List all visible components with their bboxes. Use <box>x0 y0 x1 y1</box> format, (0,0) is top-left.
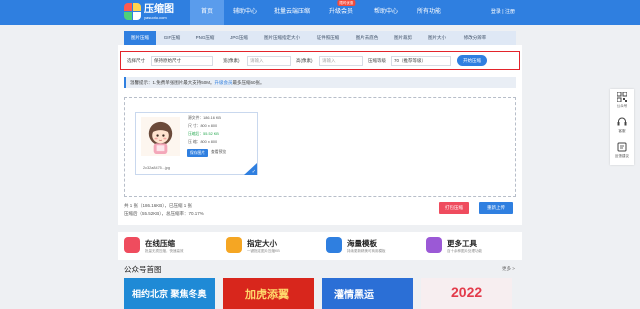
poster-card[interactable]: 加虎添翼 <box>223 278 314 309</box>
height-label: 高(像素) <box>296 58 313 63</box>
poster-title: 相约北京 聚焦冬奥 <box>132 289 207 299</box>
save-image-button[interactable]: 保存图片 <box>187 149 208 157</box>
nav-assist-center[interactable]: 辅助中心 <box>224 0 266 25</box>
poster-title: 灌情黑运 <box>334 290 374 301</box>
more-link[interactable]: 更多 > <box>502 266 515 272</box>
nav-upgrade-label: 升级会员 <box>328 9 353 15</box>
logo-title: 压缩图 <box>144 3 174 15</box>
section-title: 公众号首图 <box>124 265 162 274</box>
logo-domain: yasuotu.com <box>144 14 167 20</box>
nav-help-center[interactable]: 帮助中心 <box>364 0 408 25</box>
poster-title: 2022 <box>451 284 483 300</box>
sidebar-label: 客服 <box>618 129 626 133</box>
features-row: 在线压缩 批量无损压缩，快速高效 指定大小 一键指定图片压缩KB 海量模板 持续… <box>118 232 522 260</box>
poster-card[interactable]: 相约北京 聚焦冬奥 <box>124 278 215 309</box>
stats-total: 共 1 张（186.16KB），已压缩 1 张 <box>124 203 193 208</box>
size-select[interactable]: 保持原始尺寸 <box>151 56 213 66</box>
login-register-link[interactable]: 登录 | 注册 <box>491 0 515 25</box>
right-floating-sidebar: 公众号 客服 反馈建议 <box>610 89 634 165</box>
feature-title: 指定大小 <box>247 239 277 248</box>
sidebar-item-feedback[interactable]: 反馈建议 <box>610 139 634 164</box>
feature-desc: 批量无损压缩，快速高效 <box>145 249 184 253</box>
sidebar-label: 反馈建议 <box>615 154 629 158</box>
feature-title: 海量模板 <box>347 239 377 248</box>
compressed-size: 压缩后：55.52 KB <box>188 132 219 137</box>
pack-download-button[interactable]: 打包压缩 <box>439 202 469 214</box>
top-navbar: 压缩图 yasuotu.com 首页 辅助中心 批量云端压缩 升级会员 限时优惠… <box>0 0 640 25</box>
tab-resize[interactable]: 图片大小 <box>420 31 454 45</box>
poster-card[interactable]: 灌情黑运 <box>322 278 413 309</box>
tip-notice: 温馨提示：1.免费单张图片最大支持50M。升级会员最多压缩60张。 <box>124 77 516 88</box>
tools-icon <box>426 237 442 253</box>
start-compress-button[interactable]: 开始压缩 <box>457 55 487 66</box>
sidebar-item-support[interactable]: 客服 <box>610 114 634 139</box>
tab-resolution[interactable]: 修改分辨率 <box>454 31 496 45</box>
tab-png-compress[interactable]: PNG压缩 <box>188 31 222 45</box>
tab-remove-bg[interactable]: 图片去底色 <box>348 31 386 45</box>
sidebar-item-wechat[interactable]: 公众号 <box>610 89 634 114</box>
view-preview-link[interactable]: 查看预览 <box>211 150 226 155</box>
sidebar-label: 公众号 <box>616 104 628 108</box>
width-input[interactable]: 请输入 <box>247 56 291 66</box>
source-size: 源文件：186.16 KB <box>188 116 221 120</box>
stats-ratio: 压缩后（55.52KB），总压缩率：70.17% <box>124 211 204 216</box>
promo-badge: 限时优惠 <box>337 0 356 6</box>
compressed-dimensions: 压 缩：800 x 800 <box>188 140 218 144</box>
qrcode-icon <box>617 92 627 102</box>
tab-crop[interactable]: 图片裁剪 <box>386 31 420 45</box>
feature-desc: 百十余种图片处理功能 <box>447 249 482 253</box>
headset-icon <box>617 117 627 126</box>
nav-batch-cloud[interactable]: 批量云端压缩 <box>266 0 318 25</box>
tab-image-compress[interactable]: 图片压缩 <box>124 31 156 45</box>
tab-compress-to-size[interactable]: 图片压缩指定大小 <box>256 31 308 45</box>
target-size-icon <box>226 237 242 253</box>
nav-upgrade-vip[interactable]: 升级会员 限时优惠 <box>318 0 364 25</box>
compress-icon <box>124 237 140 253</box>
height-input[interactable]: 请输入 <box>319 56 363 66</box>
tip-tail: 最多压缩60张。 <box>232 80 265 85</box>
tool-tabs: 图片压缩 GIF压缩 PNG压缩 JPG压缩 图片压缩指定大小 证件照压缩 图片… <box>124 31 516 45</box>
feature-title: 在线压缩 <box>145 239 175 248</box>
feature-desc: 持续更新精美可商用模板 <box>347 249 386 253</box>
tab-id-photo[interactable]: 证件照压缩 <box>308 31 348 45</box>
nav-home[interactable]: 首页 <box>190 0 224 25</box>
compressed-size-value: 压缩后：55.52 KB <box>188 132 219 136</box>
poster-title: 加虎添翼 <box>245 289 289 301</box>
template-icon <box>326 237 342 253</box>
feature-title: 更多工具 <box>447 239 477 248</box>
compress-options-bar: 选择尺寸 保持原始尺寸 宽(像素) 请输入 高(像素) 请输入 压缩等级 70（… <box>120 51 520 70</box>
poster-card[interactable]: 2022 <box>421 278 512 309</box>
tab-jpg-compress[interactable]: JPG压缩 <box>222 31 256 45</box>
feature-desc: 一键指定图片压缩KB <box>247 249 280 253</box>
nav-all-features[interactable]: 所有功能 <box>408 0 450 25</box>
upgrade-vip-link[interactable]: 升级会员 <box>215 80 233 85</box>
quality-label: 压缩等级 <box>368 58 386 63</box>
file-name: 2c32a8475...jpg <box>143 166 171 170</box>
logo-icon <box>124 3 141 20</box>
cartoon-girl-thumbnail <box>141 117 180 156</box>
source-dimensions: 尺 寸：800 x 800 <box>188 124 218 128</box>
reupload-button[interactable]: 重新上传 <box>479 202 513 214</box>
tip-text: 温馨提示：1.免费单张图片最大支持50M。 <box>130 80 215 85</box>
feedback-icon <box>617 142 627 152</box>
size-label: 选择尺寸 <box>127 58 145 63</box>
width-label: 宽(像素) <box>223 58 240 63</box>
logo[interactable]: 压缩图 yasuotu.com <box>124 3 174 20</box>
tab-gif-compress[interactable]: GIF压缩 <box>156 31 188 45</box>
quality-select[interactable]: 70（推荐等级） <box>391 56 451 66</box>
